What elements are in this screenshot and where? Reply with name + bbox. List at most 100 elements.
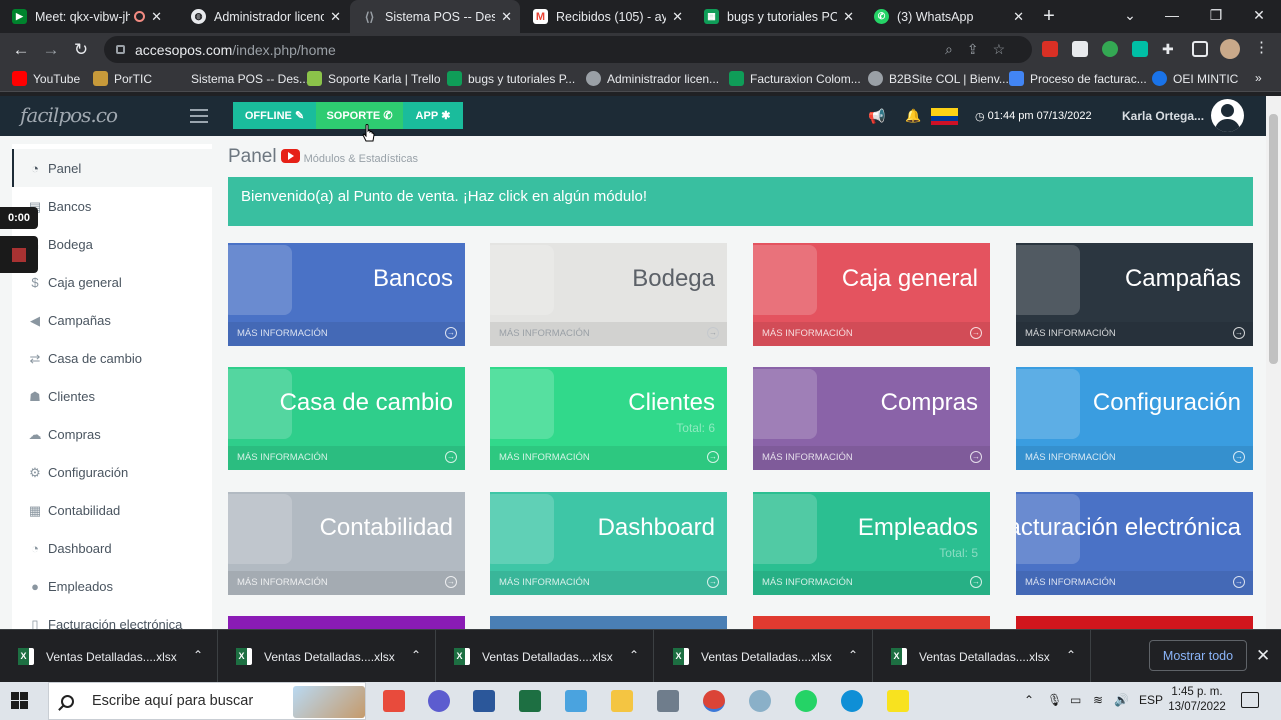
bookmark-b2bsite[interactable]: B2BSite COL | Bienv... xyxy=(868,71,1009,86)
tile-more-info-link[interactable]: MÁS INFORMACIÓN → xyxy=(490,571,727,595)
tile-more-info-link[interactable]: MÁS INFORMACIÓN → xyxy=(490,322,727,346)
chevron-up-icon[interactable]: ⌃ xyxy=(1066,648,1076,662)
download-item[interactable]: Ventas Detalladas....xlsx⌃ xyxy=(436,630,654,683)
taskbar-clock[interactable]: 1:45 p. m. 13/07/2022 xyxy=(1168,685,1226,715)
download-item[interactable]: Ventas Detalladas....xlsx⌃ xyxy=(0,630,218,683)
extension-icon[interactable] xyxy=(1072,41,1088,57)
chrome-icon[interactable] xyxy=(703,690,725,712)
reload-icon[interactable]: ↻ xyxy=(66,40,96,60)
module-tile[interactable]: Configuración MÁS INFORMACIÓN → xyxy=(1016,367,1253,470)
close-tab-icon[interactable]: ✕ xyxy=(1013,9,1024,25)
tile-more-info-link[interactable]: MÁS INFORMACIÓN → xyxy=(228,571,465,595)
tab-search-chevron-icon[interactable]: ⌄ xyxy=(1108,0,1152,30)
tab-gmail[interactable]: M Recibidos (105) - ayud ✕ xyxy=(521,0,691,33)
remote-desktop-icon[interactable] xyxy=(565,690,587,712)
close-tab-icon[interactable]: ✕ xyxy=(843,9,854,25)
megaphone-icon[interactable]: 📢 xyxy=(868,96,885,136)
tile-more-info-link[interactable]: MÁS INFORMACIÓN → xyxy=(228,322,465,346)
sidebar-item-bancos[interactable]: ▤Bancos xyxy=(12,187,212,225)
sidebar-item-bodega[interactable]: ⌂Bodega xyxy=(12,225,212,263)
chevron-up-icon[interactable]: ⌃ xyxy=(411,648,421,662)
zoom-icon[interactable]: ⌕ xyxy=(945,41,953,58)
bookmark-star-icon[interactable]: ☆ xyxy=(993,41,1006,58)
module-tile-partial[interactable] xyxy=(228,616,465,629)
tray-chevron-icon[interactable]: ⌃ xyxy=(1024,693,1034,707)
bookmark-facturaxion[interactable]: Facturaxion Colom... xyxy=(729,71,861,86)
sidebar-item-panel[interactable]: ◔ Panel xyxy=(12,149,212,187)
download-item[interactable]: Ventas Detalladas....xlsx⌃ xyxy=(655,630,873,683)
app-icon[interactable] xyxy=(749,690,771,712)
bookmark-proceso[interactable]: Proceso de facturac... xyxy=(1009,71,1147,86)
excel-icon[interactable] xyxy=(519,690,541,712)
share-icon[interactable]: ⇪ xyxy=(967,41,979,58)
profile-avatar[interactable] xyxy=(1220,39,1240,59)
edge-icon[interactable] xyxy=(841,690,863,712)
adblock-extension-icon[interactable] xyxy=(1042,41,1058,57)
sidebar-item-caja-general[interactable]: $ Caja general xyxy=(12,263,212,301)
sidebar-item-contabilidad[interactable]: ▦ Contabilidad xyxy=(12,491,212,529)
tile-more-info-link[interactable]: MÁS INFORMACIÓN → xyxy=(753,322,990,346)
forward-arrow-icon[interactable]: → xyxy=(36,40,66,60)
sidebar-item-campanas[interactable]: ◀ Campañas xyxy=(12,301,212,339)
bookmark-administrador[interactable]: Administrador licen... xyxy=(586,71,719,86)
taskbar-search-box[interactable]: Escribe aquí para buscar xyxy=(48,682,366,720)
user-avatar[interactable] xyxy=(1211,99,1244,132)
minimize-button[interactable]: — xyxy=(1150,0,1194,30)
youtube-icon[interactable] xyxy=(280,149,300,163)
bookmark-oei-mintic[interactable]: OEI MINTIC xyxy=(1152,71,1238,86)
download-item[interactable]: Ventas Detalladas....xlsx⌃ xyxy=(218,630,436,683)
sticky-notes-icon[interactable] xyxy=(887,690,909,712)
tile-more-info-link[interactable]: MÁS INFORMACIÓN → xyxy=(1016,571,1253,595)
module-tile[interactable]: Contabilidad MÁS INFORMACIÓN → xyxy=(228,492,465,595)
module-tile[interactable]: Empleados Total: 5 MÁS INFORMACIÓN → xyxy=(753,492,990,595)
windows-start-icon[interactable] xyxy=(11,692,29,710)
app-logo[interactable]: facilpos.co xyxy=(20,103,118,127)
module-tile[interactable]: Facturación electrónica MÁS INFORMACIÓN → xyxy=(1016,492,1253,595)
close-tab-icon[interactable]: ✕ xyxy=(501,9,512,25)
show-all-downloads-button[interactable]: Mostrar todo xyxy=(1149,640,1247,671)
menu-dots-icon[interactable]: ⋮ xyxy=(1254,38,1270,56)
new-tab-button[interactable]: + xyxy=(1038,5,1060,27)
module-tile[interactable]: Bodega MÁS INFORMACIÓN → xyxy=(490,243,727,346)
close-tab-icon[interactable]: ✕ xyxy=(330,9,341,25)
word-icon[interactable] xyxy=(473,690,495,712)
close-downloads-icon[interactable]: ✕ xyxy=(1256,646,1270,666)
tile-more-info-link[interactable]: MÁS INFORMACIÓN → xyxy=(753,446,990,470)
battery-icon[interactable]: ▭ xyxy=(1070,693,1081,707)
bookmarks-overflow-icon[interactable]: » xyxy=(1255,71,1262,85)
tile-more-info-link[interactable]: MÁS INFORMACIÓN → xyxy=(228,446,465,470)
close-tab-icon[interactable]: ✕ xyxy=(672,9,683,25)
module-tile-partial[interactable] xyxy=(1016,616,1253,629)
user-name[interactable]: Karla Ortega... xyxy=(1122,96,1204,136)
tab-sistema-pos[interactable]: ⟨⟩ Sistema POS -- Desarr ✕ xyxy=(350,0,520,33)
bookmark-youtube[interactable]: YouTube xyxy=(12,71,80,86)
download-item[interactable]: Ventas Detalladas....xlsx⌃ xyxy=(873,630,1091,683)
settings-app-icon[interactable] xyxy=(428,690,450,712)
bookmark-bugs[interactable]: bugs y tutoriales P... xyxy=(447,71,575,86)
module-tile[interactable]: Campañas MÁS INFORMACIÓN → xyxy=(1016,243,1253,346)
anydesk-icon[interactable] xyxy=(383,690,405,712)
module-tile[interactable]: Compras MÁS INFORMACIÓN → xyxy=(753,367,990,470)
sidebar-item-facturacion[interactable]: ▯ Facturación electrónica xyxy=(12,605,212,630)
microphone-icon[interactable]: 🎙 xyxy=(1047,693,1062,707)
module-tile[interactable]: Bancos MÁS INFORMACIÓN → xyxy=(228,243,465,346)
close-window-button[interactable]: ✕ xyxy=(1237,0,1281,30)
hamburger-menu-icon[interactable] xyxy=(190,109,208,123)
bookmark-trello[interactable]: Soporte Karla | Trello xyxy=(307,71,441,86)
sidebar-item-dashboard[interactable]: ◔ Dashboard xyxy=(12,529,212,567)
page-scrollbar[interactable] xyxy=(1266,96,1281,629)
bell-icon[interactable]: 🔔 xyxy=(905,96,921,136)
module-tile[interactable]: Clientes Total: 6 MÁS INFORMACIÓN → xyxy=(490,367,727,470)
language-indicator[interactable]: ESP xyxy=(1139,693,1163,707)
chevron-up-icon[interactable]: ⌃ xyxy=(848,648,858,662)
extension-icon[interactable] xyxy=(1132,41,1148,57)
stop-recording-button[interactable] xyxy=(0,236,38,273)
module-tile-partial[interactable] xyxy=(753,616,990,629)
tile-more-info-link[interactable]: MÁS INFORMACIÓN → xyxy=(490,446,727,470)
support-button[interactable]: SOPORTE ✆ xyxy=(316,102,403,129)
address-bar[interactable]: accesopos.com/index.php/home xyxy=(104,36,1032,63)
module-tile[interactable]: Caja general MÁS INFORMACIÓN → xyxy=(753,243,990,346)
notifications-icon[interactable] xyxy=(1241,692,1259,708)
sidebar-item-empleados[interactable]: ● Empleados xyxy=(12,567,212,605)
volume-icon[interactable]: 🔊 xyxy=(1114,693,1129,707)
